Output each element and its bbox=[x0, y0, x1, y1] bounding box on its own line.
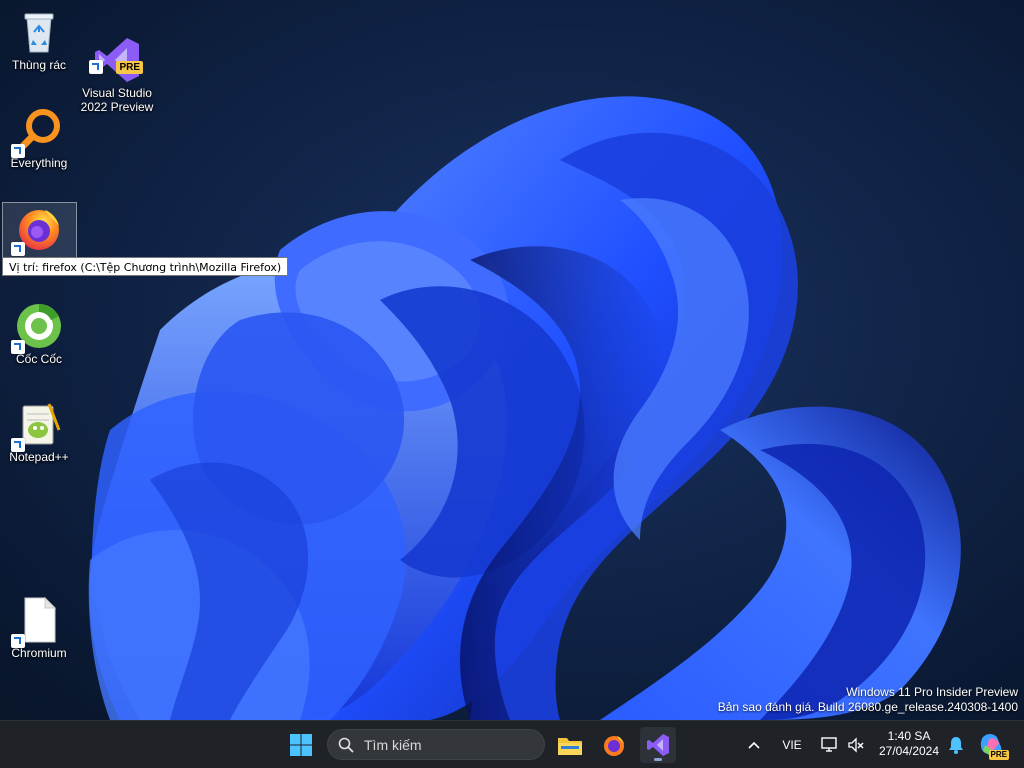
shortcut-arrow-icon bbox=[11, 242, 25, 256]
everything-search-icon bbox=[11, 106, 63, 158]
show-hidden-icons-button[interactable] bbox=[736, 727, 772, 763]
copilot-preview-badge: PRE bbox=[988, 750, 1009, 760]
desktop-icon-label: Cốc Cốc bbox=[15, 352, 62, 366]
network-icon bbox=[821, 737, 837, 752]
search-placeholder: Tìm kiếm bbox=[364, 737, 422, 753]
visual-studio-icon: PRE bbox=[89, 22, 143, 82]
shortcut-arrow-icon bbox=[11, 634, 25, 648]
taskbar: Tìm kiếm VIE 1:40 SA 27/04/2024 PRE bbox=[0, 720, 1024, 768]
blank-file-icon bbox=[11, 596, 63, 648]
desktop-icon-label: Chromium bbox=[11, 646, 67, 660]
shortcut-arrow-icon bbox=[89, 60, 103, 74]
firefox-icon bbox=[11, 204, 63, 256]
shortcut-arrow-icon bbox=[11, 144, 25, 158]
input-language-indicator[interactable]: VIE bbox=[776, 738, 808, 752]
notifications-button[interactable] bbox=[938, 727, 974, 763]
shortcut-arrow-icon bbox=[11, 340, 25, 354]
desktop-icon-chromium[interactable]: Chromium bbox=[2, 596, 76, 660]
desktop[interactable]: Thùng rác PRE Visual Studio 2022 Preview… bbox=[0, 0, 1024, 720]
shortcut-arrow-icon bbox=[11, 438, 25, 452]
bell-icon bbox=[949, 737, 963, 754]
desktop-icon-recycle-bin[interactable]: Thùng rác bbox=[2, 8, 76, 72]
chevron-up-icon bbox=[748, 741, 760, 749]
start-icon bbox=[290, 734, 312, 756]
desktop-icon-firefox[interactable] bbox=[2, 204, 76, 256]
taskbar-app-file-explorer[interactable] bbox=[552, 727, 588, 763]
running-indicator bbox=[654, 758, 662, 761]
watermark-edition: Windows 11 Pro Insider Preview bbox=[846, 685, 1018, 699]
search-icon bbox=[338, 737, 354, 753]
windows-build-watermark: Windows 11 Pro Insider Preview Bản sao đ… bbox=[718, 685, 1018, 715]
file-explorer-icon bbox=[558, 738, 582, 755]
desktop-icon-label: Thùng rác bbox=[11, 58, 67, 72]
desktop-icon-coccoc[interactable]: Cốc Cốc bbox=[2, 302, 76, 366]
clock-time: 1:40 SA bbox=[887, 729, 931, 743]
start-button[interactable] bbox=[283, 727, 319, 763]
visual-studio-icon bbox=[647, 734, 669, 756]
desktop-icon-notepad-plus-plus[interactable]: Notepad++ bbox=[2, 400, 76, 464]
desktop-icon-visual-studio[interactable]: PRE Visual Studio 2022 Preview bbox=[80, 8, 154, 128]
volume-muted-button[interactable] bbox=[838, 727, 874, 763]
desktop-icon-everything[interactable]: Everything bbox=[2, 106, 76, 170]
firefox-icon bbox=[604, 736, 624, 756]
desktop-icon-label: Notepad++ bbox=[9, 450, 69, 464]
desktop-icon-label: Everything bbox=[10, 156, 68, 170]
taskbar-app-visual-studio[interactable] bbox=[640, 727, 676, 763]
copilot-button[interactable]: PRE bbox=[974, 727, 1010, 763]
taskbar-app-firefox[interactable] bbox=[596, 727, 632, 763]
watermark-build: Bản sao đánh giá. Build 26080.ge_release… bbox=[717, 700, 1018, 714]
volume-muted-icon bbox=[848, 737, 864, 753]
notepad-plus-plus-icon bbox=[11, 400, 63, 452]
taskbar-clock[interactable]: 1:40 SA 27/04/2024 bbox=[870, 729, 948, 759]
coccoc-icon bbox=[11, 302, 63, 354]
preview-badge: PRE bbox=[116, 61, 143, 74]
taskbar-search-box[interactable]: Tìm kiếm bbox=[327, 729, 545, 760]
clock-date: 27/04/2024 bbox=[878, 744, 940, 758]
location-tooltip: Vị trí: firefox (C:\Tệp Chương trình\Moz… bbox=[2, 257, 289, 276]
recycle-bin-icon bbox=[15, 8, 63, 56]
